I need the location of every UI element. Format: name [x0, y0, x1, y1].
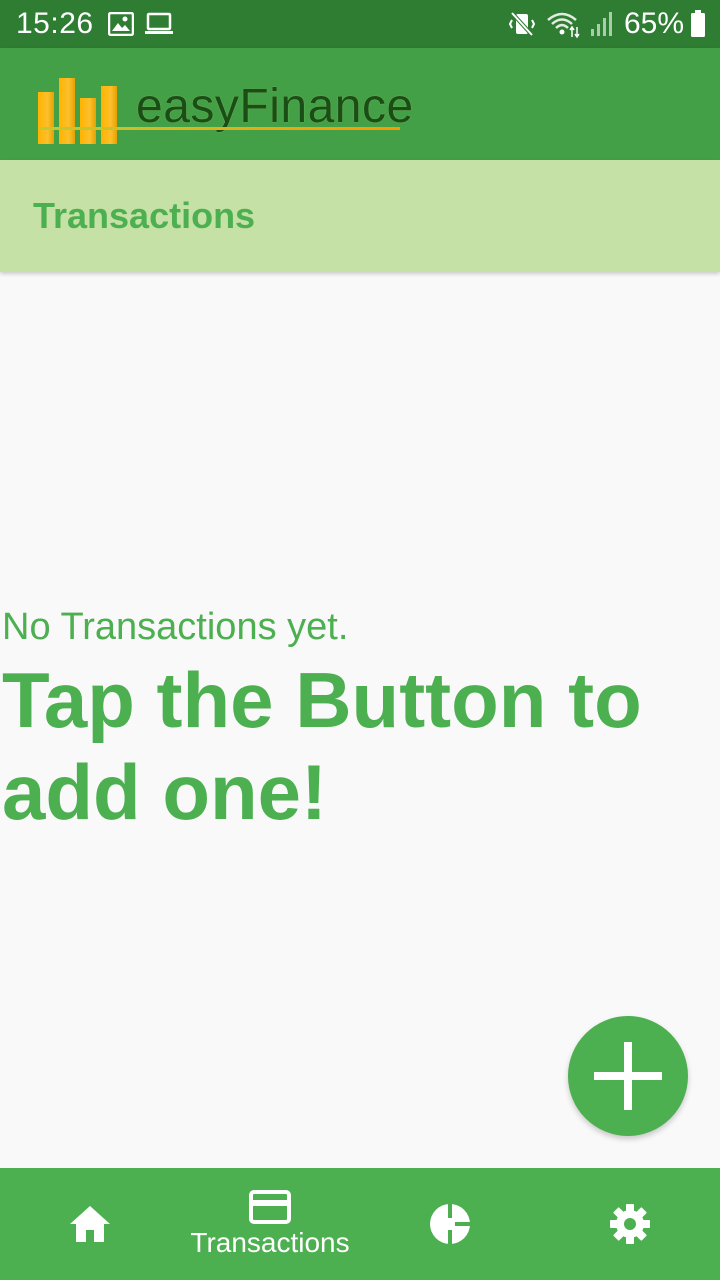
add-transaction-button[interactable] — [568, 1016, 688, 1136]
page-title: Transactions — [33, 195, 256, 236]
section-header: Transactions — [0, 160, 720, 272]
status-bar: 15:26 65% — [0, 0, 720, 48]
nav-item-label: Transactions — [190, 1227, 350, 1258]
bottom-nav: Transactions — [0, 1168, 720, 1280]
plus-icon — [594, 1042, 662, 1110]
empty-state-message: No Transactions yet. — [2, 606, 349, 648]
logo-text: easyFinance — [136, 80, 414, 133]
laptop-icon — [144, 12, 174, 36]
pie-chart-icon — [430, 1204, 470, 1244]
app-logo: easyFinance — [38, 64, 414, 144]
nav-item-home[interactable] — [0, 1168, 180, 1280]
wifi-icon — [546, 10, 580, 38]
vibrate-mute-icon — [508, 10, 536, 38]
credit-card-icon — [249, 1190, 291, 1224]
home-icon — [70, 1206, 110, 1242]
logo-underline — [40, 127, 400, 130]
app-bar: easyFinance — [0, 48, 720, 160]
image-icon — [107, 12, 134, 36]
nav-item-settings[interactable] — [540, 1168, 720, 1280]
empty-state: No Transactions yet. Tap the Button to a… — [0, 600, 720, 838]
battery-icon — [690, 10, 706, 38]
signal-icon — [590, 11, 614, 37]
logo-bars-icon — [38, 78, 122, 144]
empty-state-hint: Tap the Button to add one! — [2, 656, 642, 836]
status-time: 15:26 — [16, 7, 94, 40]
nav-item-transactions[interactable]: Transactions — [180, 1168, 360, 1280]
battery-percentage: 65% — [623, 7, 684, 40]
nav-item-statistics[interactable] — [360, 1168, 540, 1280]
gear-icon — [610, 1204, 650, 1244]
